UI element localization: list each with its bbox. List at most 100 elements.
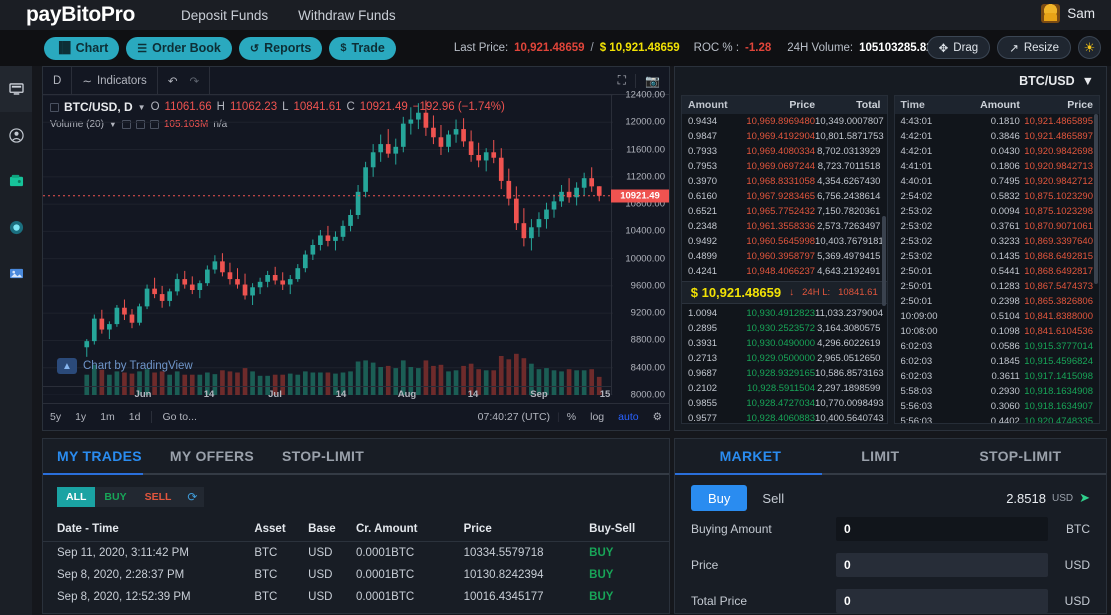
fullscreen-icon[interactable]: ⛶ [609,73,635,88]
trade-history-row[interactable]: 4:41:010.180610,920.9842713 [895,159,1100,174]
depth-column[interactable]: Amount Price Total 0.943410,969.89694801… [681,95,888,424]
tab-stop-limit[interactable]: STOP-LIMIT [282,448,364,464]
sell-button[interactable]: Sell [747,485,799,511]
table-row[interactable]: Sep 8, 2020, 2:28:37 PMBTCUSD0.0001BTC10… [43,564,669,586]
sidebar-item-gallery[interactable] [0,250,32,296]
drag-button[interactable]: ✥Drag [927,36,991,59]
tab-my-trades[interactable]: MY TRADES [57,448,142,464]
undo-redo-group[interactable]: ↶↷ [158,67,210,94]
camera-icon[interactable]: 📷 [635,74,669,88]
order-book-row[interactable]: 0.957710,928.406088310,400.5640743 [682,411,887,424]
tab-market[interactable]: MARKET [720,448,782,464]
trade-history-row[interactable]: 2:50:010.239810,865.3826806 [895,294,1100,309]
price-axis[interactable]: 12400.0012000.0011600.0011200.0010800.00… [611,95,669,395]
sun-icon[interactable]: ☀ [1078,36,1101,59]
buy-button[interactable]: Buy [691,485,747,511]
field-input[interactable] [836,589,1048,613]
nav-withdraw-funds[interactable]: Withdraw Funds [298,8,396,23]
trade-history-row[interactable]: 2:54:020.583210,875.1023290 [895,189,1100,204]
order-book-row[interactable]: 0.424110,948.40662374,643.2192491 [682,264,887,279]
sidebar-item-monitor[interactable] [0,66,32,112]
redo-icon[interactable]: ↷ [189,74,199,88]
order-book-row[interactable]: 0.234810,961.35583362,573.7263497 [682,219,887,234]
sidebar-item-profile[interactable] [0,112,32,158]
order-book-row[interactable]: 0.210210,928.59115042,297.1898599 [682,381,887,396]
indicators-button[interactable]: ∼Indicators [72,67,158,94]
order-book-row[interactable]: 0.968710,928.932916510,586.8573163 [682,366,887,381]
filter-sell-button[interactable]: SELL [136,487,181,507]
order-book-row[interactable]: 0.652110,965.77524327,150.7820361 [682,204,887,219]
order-book-row[interactable]: 0.393110,930.04900004,296.6022619 [682,336,887,351]
refresh-icon[interactable]: ⟳ [180,487,204,507]
go-to-button[interactable]: Go to... [151,411,206,423]
tab-stop-limit-order[interactable]: STOP-LIMIT [979,448,1061,464]
gear-icon[interactable]: ⚙ [646,411,669,423]
history-amount: 0.1845 [962,355,1020,368]
order-book-row[interactable]: 0.795310,969.06972448,723.7011518 [682,159,887,174]
trade-history-row[interactable]: 2:50:010.544110,868.6492817 [895,264,1100,279]
indicators-label: Indicators [97,75,147,87]
order-book-row[interactable]: 0.289510,930.25235723,164.3080575 [682,321,887,336]
order-book-row[interactable]: 0.397010,968.83310584,354.6267430 [682,174,887,189]
interval-selector[interactable]: D [43,67,72,94]
pair-selector[interactable]: BTC/USD ▼ [675,67,1106,95]
order-book-row[interactable]: 1.009410,930.491282311,033.2379004 [682,306,887,321]
log-scale-button[interactable]: log [583,411,611,423]
table-row[interactable]: Sep 8, 2020, 12:52:39 PMBTCUSD0.0001BTC1… [43,586,669,608]
order-book-row[interactable]: 0.985510,928.472703410,770.0098493 [682,396,887,411]
trade-history-row[interactable]: 6:02:030.184510,915.4596824 [895,354,1100,369]
user-menu[interactable]: Sam [1041,4,1095,23]
order-book-button[interactable]: ☰Order Book [126,37,232,60]
range-5y[interactable]: 5y [43,411,68,423]
trade-history-row[interactable]: 5:58:030.293010,918.1634908 [895,384,1100,399]
tab-my-offers[interactable]: MY OFFERS [170,448,254,464]
order-book-row[interactable]: 0.943410,969.896948010,349.0007807 [682,114,887,129]
undo-icon[interactable]: ↶ [168,74,178,88]
trade-history-row[interactable]: 4:43:010.181010,921.4865895 [895,114,1100,129]
order-book-row[interactable]: 0.616010,967.92834656,756.2438614 [682,189,887,204]
order-book-row[interactable]: 0.271310,929.05000002,965.0512650 [682,351,887,366]
order-book-row[interactable]: 0.949210,960.564599810,403.7679181 [682,234,887,249]
trade-history-row[interactable]: 10:09:000.510410,841.8388000 [895,309,1100,324]
trade-history-row[interactable]: 2:53:020.143510,868.6492815 [895,249,1100,264]
chart-button[interactable]: ▐█Chart [44,37,119,60]
trade-history-row[interactable]: 4:42:010.384610,921.4865897 [895,129,1100,144]
chart-plot[interactable] [43,95,613,395]
trade-history-row[interactable]: 2:50:010.128310,867.5474373 [895,279,1100,294]
resize-button[interactable]: ↗Resize [997,36,1071,59]
range-1y[interactable]: 1y [68,411,93,423]
book-amount: 0.3970 [688,175,742,188]
percent-scale-button[interactable]: % [560,411,583,423]
range-1d[interactable]: 1d [122,411,148,423]
trade-history-row[interactable]: 6:02:030.058610,915.3777014 [895,339,1100,354]
trade-history-row[interactable]: 4:42:010.043010,920.9842698 [895,144,1100,159]
trade-history-row[interactable]: 10:08:000.109810,841.6104536 [895,324,1100,339]
trade-history-row[interactable]: 6:02:030.361110,917.1415098 [895,369,1100,384]
tab-limit[interactable]: LIMIT [861,448,899,464]
trade-history-row[interactable]: 5:56:030.306010,918.1634907 [895,399,1100,414]
time-axis[interactable]: Jun14Jul14Aug14Sep15 [43,386,611,402]
trade-history-column[interactable]: Time Amount Price 4:43:010.181010,921.48… [894,95,1101,424]
reports-button[interactable]: ↺Reports [239,37,322,60]
trade-history-row[interactable]: 4:40:010.749510,920.9842712 [895,174,1100,189]
field-input[interactable] [836,553,1048,577]
auto-scale-button[interactable]: auto [611,411,645,423]
trade-button[interactable]: $Trade [329,37,395,60]
trade-history-row[interactable]: 5:56:030.440210,920.4748335 [895,414,1100,424]
sidebar-item-wallet[interactable] [0,158,32,204]
trade-history-row[interactable]: 2:53:020.323310,869.3397640 [895,234,1100,249]
depth-scrollbar[interactable] [882,216,886,306]
history-scrollbar[interactable] [1094,114,1098,284]
order-book-row[interactable]: 0.793310,969.40803348,702.0313929 [682,144,887,159]
field-input[interactable] [836,517,1048,541]
order-book-row[interactable]: 0.984710,969.419290410,801.5871753 [682,129,887,144]
filter-all-button[interactable]: ALL [57,487,95,507]
table-row[interactable]: Sep 11, 2020, 3:11:42 PMBTCUSD0.0001BTC1… [43,542,669,564]
order-book-row[interactable]: 0.489910,960.39587975,369.4979415 [682,249,887,264]
trade-history-row[interactable]: 2:53:020.376110,870.9071061 [895,219,1100,234]
nav-deposit-funds[interactable]: Deposit Funds [181,8,268,23]
sidebar-item-badge[interactable] [0,204,32,250]
filter-buy-button[interactable]: BUY [95,487,135,507]
range-1m[interactable]: 1m [93,411,122,423]
trade-history-row[interactable]: 2:53:020.009410,875.1023298 [895,204,1100,219]
